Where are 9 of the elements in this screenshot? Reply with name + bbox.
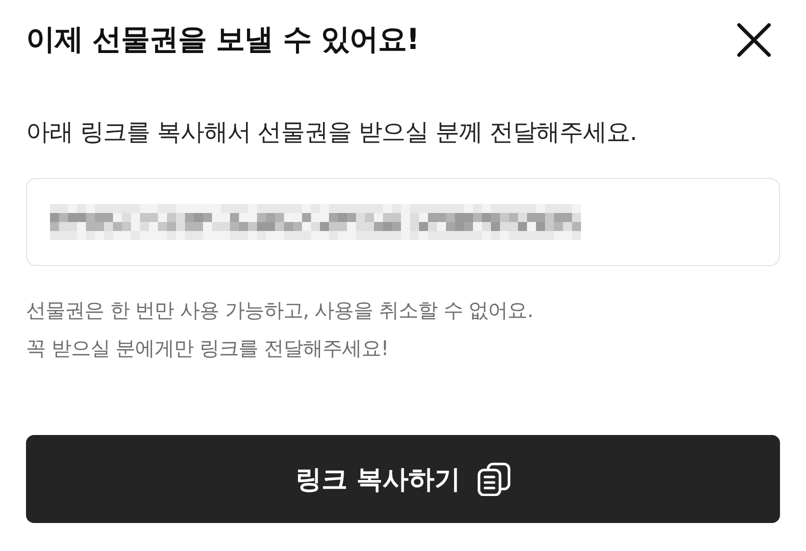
notice-text: 선물권은 한 번만 사용 가능하고, 사용을 취소할 수 없어요.	[26, 297, 534, 324]
dialog-title: 이제 선물권을 보낼 수 있어요!	[26, 21, 420, 58]
close-icon	[737, 23, 771, 57]
notice-text: 꼭 받으실 분에게만 링크를 전달해주세요!	[26, 335, 390, 362]
instruction-text: 아래 링크를 복사해서 선물권을 받으실 분께 전달해주세요.	[26, 117, 638, 148]
close-button[interactable]	[737, 23, 771, 57]
copy-icon	[476, 462, 511, 496]
copy-link-button[interactable]: 링크 복사하기	[26, 435, 780, 523]
link-field[interactable]	[26, 178, 780, 266]
